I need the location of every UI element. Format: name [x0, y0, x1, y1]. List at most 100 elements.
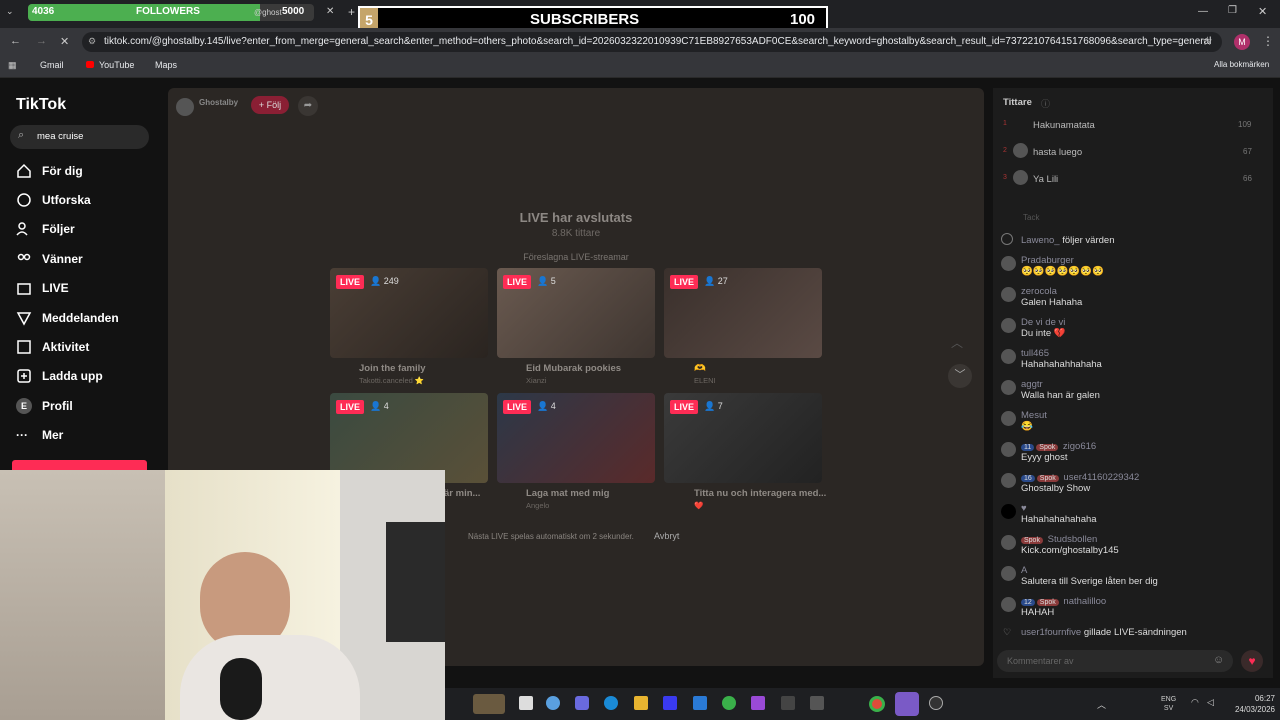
card-title[interactable]: Eid Mubarak pookies [526, 363, 621, 374]
vpn-icon[interactable] [781, 696, 795, 710]
nav-profile[interactable]: E Profil [16, 396, 73, 416]
chrome-icon[interactable] [869, 696, 885, 712]
windows-taskbar: ︿ ENG SV ◠ ◁ 06:27 24/03/2026 [445, 688, 1280, 720]
back-icon[interactable]: ← [10, 35, 21, 47]
bookmark-youtube[interactable]: YouTube [99, 60, 134, 70]
teams-icon[interactable] [575, 696, 589, 710]
host-name[interactable]: Ghostalby [199, 98, 238, 107]
tiktok-logo[interactable]: TikTok [16, 96, 66, 114]
avatar [1001, 256, 1016, 271]
search-input[interactable]: mea cruise [37, 131, 83, 142]
tab-list-icon[interactable]: ⌄ [6, 6, 14, 17]
cancel-button[interactable]: Avbryt [654, 531, 679, 541]
widget-icon[interactable] [473, 694, 505, 714]
chevron-up-icon[interactable]: ︿ [951, 334, 963, 351]
card-title[interactable]: Laga mat med mig [526, 488, 609, 499]
url-field[interactable]: tiktok.com/@ghostalby.145/live?enter_fro… [82, 32, 1222, 52]
live-badge: LIVE [336, 275, 365, 289]
wifi-icon[interactable]: ◠ [1191, 697, 1199, 708]
host-avatar[interactable] [176, 98, 194, 116]
nav-activity[interactable]: Aktivitet [16, 337, 89, 357]
avatar [1001, 597, 1016, 612]
apps-icon[interactable]: ▦ [8, 60, 17, 71]
profile-avatar[interactable]: M [1234, 34, 1250, 50]
viewer-badge: 👤 27 [704, 276, 728, 286]
new-tab-icon[interactable]: + [348, 5, 355, 19]
star-icon[interactable]: ☆ [1202, 34, 1213, 48]
clock[interactable]: 06:27 24/03/2026 [1229, 693, 1275, 715]
stop-icon[interactable]: ✕ [60, 35, 69, 48]
nav-for-you[interactable]: För dig [16, 161, 83, 181]
card-title[interactable]: 🫶 [694, 363, 706, 374]
explorer-icon[interactable] [634, 696, 648, 710]
taskview-icon[interactable] [519, 696, 533, 710]
chat-message: Mesut 😂 [1021, 410, 1047, 432]
nav-explore[interactable]: Utforska [16, 190, 91, 210]
language-indicator[interactable]: ENG SV [1161, 695, 1176, 713]
live-card[interactable]: LIVE 👤 5 [497, 268, 655, 358]
chat-message: user1fournfive gillade LIVE-sändningen [1021, 627, 1187, 638]
chevron-down-icon[interactable]: ﹀ [948, 364, 972, 388]
nav-following[interactable]: Följer [16, 219, 75, 239]
card-title[interactable]: Titta nu och interagera med... [694, 488, 826, 499]
discord-icon[interactable] [895, 692, 919, 716]
live-card[interactable]: LIVE 👤 7 [664, 393, 822, 483]
minimize-icon[interactable]: — [1198, 6, 1208, 17]
photos-icon[interactable] [810, 696, 824, 710]
edge-icon[interactable] [604, 696, 618, 710]
bookmark-gmail[interactable]: Gmail [40, 60, 64, 70]
shield-icon[interactable] [722, 696, 736, 710]
avatar [1001, 566, 1016, 581]
bookmark-maps[interactable]: Maps [155, 60, 177, 70]
search-box[interactable]: ⌕ mea cruise [10, 125, 149, 149]
live-card[interactable]: LIVE 👤 4 [497, 393, 655, 483]
comment-input[interactable]: Kommentarer av ☺ [997, 650, 1233, 672]
app-icon[interactable] [751, 696, 765, 710]
live-card[interactable]: LIVE 👤 249 [330, 268, 488, 358]
tv [386, 522, 445, 642]
avatar [1001, 318, 1016, 333]
follow-button[interactable]: + Följ [251, 96, 289, 114]
activity-icon [17, 340, 31, 354]
top-viewer-name[interactable]: Hakunamatata [1033, 120, 1095, 131]
site-info-icon[interactable]: ⚙ [88, 36, 96, 47]
viewer-badge: 👤 4 [370, 401, 389, 411]
card-title[interactable]: Join the family [359, 363, 426, 374]
close-tab-icon[interactable]: ✕ [326, 6, 334, 17]
nav-messages[interactable]: Meddelanden [16, 308, 119, 328]
copilot-icon[interactable] [546, 696, 560, 710]
card-subtitle: Takotti.canceled ⭐ [359, 376, 425, 385]
nav-more[interactable]: ··· Mer [16, 425, 63, 445]
tray-chevron-icon[interactable]: ︿ [1097, 698, 1106, 711]
outlook-icon[interactable] [693, 696, 707, 710]
live-badge: LIVE [670, 400, 699, 414]
obs-icon[interactable] [929, 696, 943, 710]
top-viewer-name[interactable]: Ya Lili [1033, 174, 1058, 185]
window-close-icon[interactable]: ✕ [1258, 5, 1267, 18]
card-subtitle: ELENI [694, 376, 716, 385]
share-icon[interactable]: ➦ [298, 96, 318, 116]
bookmarks-bar: ▦ Gmail YouTube Maps Alla bokmärken [0, 56, 1280, 78]
search-icon: ⌕ [18, 129, 25, 141]
top-viewer-score: 66 [1243, 174, 1252, 183]
forward-icon[interactable]: → [36, 35, 47, 47]
volume-icon[interactable]: ◁ [1207, 697, 1214, 708]
like-heart-icon[interactable]: ♥ [1241, 650, 1263, 672]
avatar [1001, 442, 1016, 457]
nav-label: Följer [42, 222, 75, 236]
restore-icon[interactable]: ❐ [1228, 5, 1237, 16]
nav-friends[interactable]: Vänner [16, 249, 83, 269]
menu-icon[interactable]: ⋮ [1262, 34, 1274, 48]
card-subtitle: ❤️ [694, 501, 704, 510]
nav-live[interactable]: LIVE [16, 278, 69, 298]
emoji-icon[interactable]: ☺ [1213, 654, 1224, 666]
info-icon[interactable]: ⓘ [1041, 97, 1050, 110]
top-viewer-score: 109 [1238, 120, 1252, 129]
store-icon[interactable] [663, 696, 677, 710]
tab-title[interactable]: @ghost [254, 8, 282, 17]
nav-upload[interactable]: Ladda upp [16, 366, 103, 386]
all-bookmarks[interactable]: Alla bokmärken [1214, 60, 1269, 69]
top-viewer-name[interactable]: hasta luego [1033, 147, 1082, 158]
card-title[interactable]: är min... [444, 488, 480, 499]
live-card[interactable]: LIVE 👤 27 [664, 268, 822, 358]
